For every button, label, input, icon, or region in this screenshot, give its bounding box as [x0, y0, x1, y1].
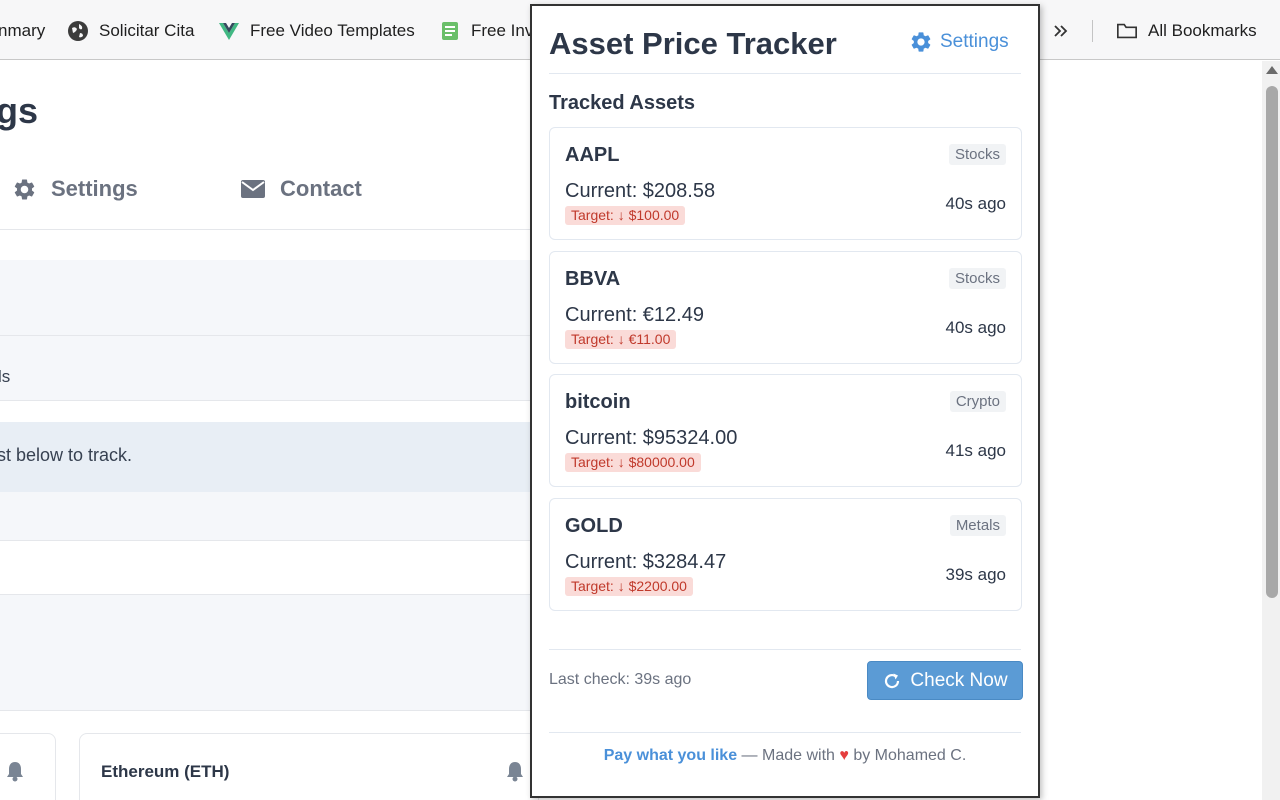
category-badge: Stocks	[948, 144, 1006, 165]
last-updated: 39s ago	[945, 565, 1007, 584]
header-divider	[549, 73, 1021, 74]
asset-card-bbva: BBVA Stocks Current: €12.49 Target: ↓ €1…	[549, 251, 1022, 364]
target-price-badge: Target: ↓ $80000.00	[565, 453, 701, 472]
page-title: gs	[0, 90, 39, 131]
last-check-status: Last check: 39s ago	[549, 671, 692, 688]
divider	[0, 710, 540, 711]
bookmark-free-video-templates[interactable]: Free Video Templates	[218, 19, 415, 43]
all-bookmarks-label: All Bookmarks	[1148, 21, 1257, 40]
invoice-icon	[439, 20, 461, 42]
settings-button[interactable]: Settings	[909, 30, 1009, 54]
nav-settings[interactable]: Settings	[12, 176, 138, 202]
asset-name: bitcoin	[565, 391, 631, 413]
footer: Pay what you like — Made with ♥ by Moham…	[532, 747, 1038, 765]
bookmarks-overflow-button[interactable]	[1050, 19, 1082, 43]
category-badge: Crypto	[949, 391, 1006, 412]
bookmark-label: Free Inv	[471, 21, 534, 40]
asset-name: GOLD	[565, 515, 623, 537]
target-price-badge: Target: ↓ €11.00	[565, 330, 677, 349]
scroll-up-arrow[interactable]	[1266, 66, 1278, 74]
content-section	[0, 492, 540, 540]
section-title: Tracked Assets	[549, 92, 696, 114]
last-updated: 40s ago	[945, 194, 1007, 213]
bookmark-label: Solicitar Cita	[99, 21, 195, 40]
bookmarks-separator	[1092, 20, 1093, 42]
content-section	[0, 260, 540, 335]
settings-label: Settings	[940, 31, 1009, 52]
divider	[0, 400, 540, 401]
bookmark-label: nmary	[0, 21, 46, 40]
refresh-icon	[882, 671, 902, 691]
current-price: Current: $208.58	[565, 180, 716, 202]
vue-logo-icon	[218, 20, 240, 42]
last-updated: 40s ago	[945, 318, 1007, 337]
bell-icon[interactable]	[505, 760, 525, 787]
bookmark-item[interactable]: nmary	[0, 19, 45, 43]
globe-icon	[67, 20, 89, 42]
category-badge: Stocks	[948, 268, 1006, 289]
current-price: Current: $3284.47	[565, 551, 727, 573]
target-price-badge: Target: ↓ $100.00	[565, 206, 686, 225]
current-price: Current: €12.49	[565, 304, 704, 326]
nav-settings-label: Settings	[51, 176, 138, 201]
last-updated: 41s ago	[945, 441, 1007, 460]
asset-card-bitcoin: bitcoin Crypto Current: $95324.00 Target…	[549, 374, 1022, 487]
mail-icon	[240, 178, 266, 200]
asset-name: BBVA	[565, 268, 621, 290]
divider	[0, 540, 540, 541]
footer-made-with: — Made with	[737, 747, 840, 764]
popup-title: Asset Price Tracker	[549, 26, 837, 61]
gear-icon	[12, 177, 37, 202]
check-now-label: Check Now	[910, 669, 1008, 691]
section-text: ls	[0, 367, 11, 386]
footer-author: by Mohamed C.	[848, 747, 967, 764]
bell-icon[interactable]	[5, 760, 25, 787]
extension-popup: Asset Price Tracker Settings Tracked Ass…	[530, 4, 1040, 798]
folder-icon	[1116, 20, 1138, 42]
status-divider	[549, 649, 1021, 650]
bookmark-label: Free Video Templates	[250, 21, 415, 40]
scrollbar-thumb[interactable]	[1266, 86, 1278, 598]
content-section	[0, 336, 540, 400]
bookmark-solicitar-cita[interactable]: Solicitar Cita	[67, 19, 194, 43]
target-price-badge: Target: ↓ $2200.00	[565, 577, 693, 596]
current-price: Current: $95324.00	[565, 427, 738, 449]
all-bookmarks-button[interactable]: All Bookmarks	[1116, 19, 1257, 43]
divider	[0, 229, 540, 230]
asset-card-gold: GOLD Metals Current: $3284.47 Target: ↓ …	[549, 498, 1022, 611]
chevrons-right-icon	[1050, 20, 1072, 42]
info-banner-text: st below to track.	[0, 445, 133, 465]
asset-card-aapl: AAPL Stocks Current: $208.58 Target: ↓ $…	[549, 127, 1022, 240]
gear-icon	[909, 30, 933, 54]
content-section	[0, 595, 540, 710]
asset-name: AAPL	[565, 144, 620, 166]
category-badge: Metals	[949, 515, 1006, 536]
bookmark-free-invoice[interactable]: Free Inv	[439, 19, 533, 43]
check-now-button[interactable]: Check Now	[867, 661, 1023, 700]
heart-icon: ♥	[839, 747, 849, 764]
nav-contact[interactable]: Contact	[240, 176, 362, 202]
card-title: Ethereum (ETH)	[101, 762, 230, 781]
pay-what-you-like-link[interactable]: Pay what you like	[604, 747, 737, 764]
footer-divider	[549, 732, 1021, 733]
nav-contact-label: Contact	[280, 176, 362, 201]
